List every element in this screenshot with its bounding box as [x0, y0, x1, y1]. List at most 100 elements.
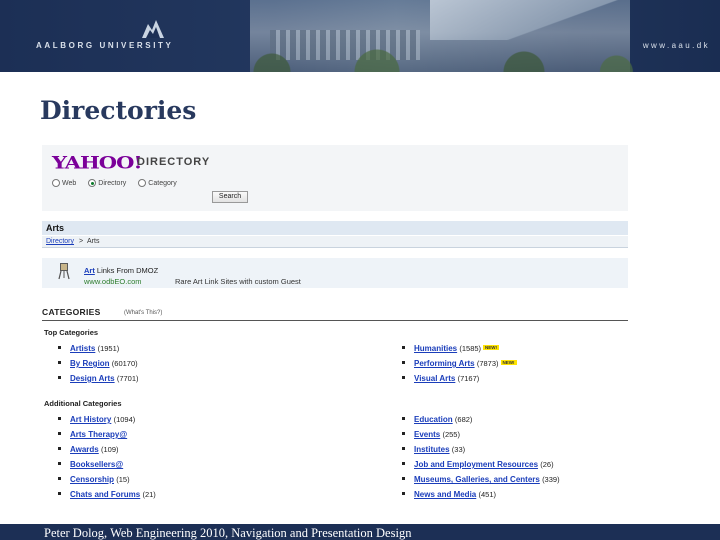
list-item: Chats and Forums (21) — [58, 490, 156, 499]
sponsor-title-rest: Links From DMOZ — [94, 266, 159, 275]
bullet — [58, 376, 61, 379]
sponsor-title: Art Links From DMOZ — [84, 266, 158, 275]
bullet — [402, 417, 405, 420]
category-count: (109) — [101, 445, 119, 454]
category-link[interactable]: Job and Employment Resources — [414, 460, 538, 469]
category-link[interactable]: Awards — [70, 445, 99, 454]
category-count: (451) — [478, 490, 496, 499]
category-count: (7701) — [116, 374, 139, 383]
categories-note[interactable]: (What's This?) — [124, 310, 162, 316]
bullet — [402, 447, 405, 450]
bullet — [58, 447, 61, 450]
breadcrumb: Directory > Arts — [42, 236, 628, 248]
list-item: Art History (1094) — [58, 415, 135, 424]
list-item: Booksellers@ — [58, 460, 123, 469]
section-title-bar: Arts — [42, 221, 628, 235]
bullet — [402, 432, 405, 435]
list-item: Institutes (33) — [402, 445, 465, 454]
list-item: Visual Arts (7167) — [402, 374, 479, 383]
category-link[interactable]: Education — [414, 415, 453, 424]
sponsor-description: Rare Art Link Sites with custom Guest — [175, 277, 301, 286]
radio-category[interactable]: Category — [138, 179, 177, 187]
bullet — [402, 462, 405, 465]
slide-title: Directories — [40, 96, 197, 125]
category-link[interactable]: Performing Arts — [414, 359, 475, 368]
yahoo-directory-screenshot: YAHOO! DIRECTORY Web Directory Category … — [42, 145, 628, 525]
categories-header: CATEGORIES (What's This?) — [42, 307, 628, 321]
sponsor-url[interactable]: www.odbEO.com — [84, 277, 142, 286]
additional-categories-label: Additional Categories — [44, 399, 122, 408]
category-count: (60170) — [111, 359, 138, 368]
list-item: Performing Arts (7873) NEW! — [402, 359, 517, 368]
list-item: Job and Employment Resources (26) — [402, 460, 554, 469]
category-count: (1094) — [113, 415, 136, 424]
list-item: Arts Therapy@ — [58, 430, 127, 439]
bullet — [58, 361, 61, 364]
category-link[interactable]: Censorship — [70, 475, 114, 484]
category-link[interactable]: Museums, Galleries, and Centers — [414, 475, 540, 484]
banner-roof — [430, 0, 630, 40]
category-count: (339) — [542, 475, 560, 484]
sponsor-title-link[interactable]: Art — [84, 266, 95, 275]
category-count: (1951) — [97, 344, 120, 353]
category-link[interactable]: Visual Arts — [414, 374, 455, 383]
list-item: Humanities (1585) NEW! — [402, 344, 500, 353]
breadcrumb-directory-link[interactable]: Directory — [46, 238, 74, 245]
radio-directory-label: Directory — [98, 179, 127, 187]
top-categories-label: Top Categories — [44, 328, 99, 337]
radio-category-dot[interactable] — [138, 179, 147, 187]
category-link[interactable]: Chats and Forums — [70, 490, 140, 499]
list-item: Awards (109) — [58, 445, 119, 454]
list-item: Censorship (15) — [58, 475, 130, 484]
category-count: (21) — [142, 490, 156, 499]
category-link[interactable]: Humanities — [414, 344, 457, 353]
radio-directory-dot[interactable] — [88, 179, 97, 187]
easel-icon — [58, 263, 70, 280]
aau-logo-icon — [142, 20, 164, 38]
category-link[interactable]: Events — [414, 430, 440, 439]
category-count: (1585) — [459, 344, 482, 353]
breadcrumb-separator: > — [79, 238, 84, 245]
bullet — [402, 361, 405, 364]
category-link[interactable]: Art History — [70, 415, 111, 424]
bullet — [402, 492, 405, 495]
category-link[interactable]: Institutes — [414, 445, 450, 454]
categories-title: CATEGORIES — [42, 307, 101, 317]
category-count: (7873) — [476, 359, 499, 368]
footer-text: Peter Dolog, Web Engineering 2010, Navig… — [44, 526, 412, 540]
bullet — [58, 346, 61, 349]
bullet — [58, 492, 61, 495]
new-badge: NEW! — [500, 360, 517, 365]
list-item: Museums, Galleries, and Centers (339) — [402, 475, 560, 484]
radio-web-label: Web — [62, 179, 77, 187]
university-banner: AALBORG UNIVERSITY www.aau.dk — [0, 0, 720, 72]
university-url: www.aau.dk — [642, 41, 710, 50]
radio-web[interactable]: Web — [52, 179, 76, 187]
category-link[interactable]: Booksellers@ — [70, 460, 123, 469]
category-link[interactable]: Arts Therapy@ — [70, 430, 127, 439]
bullet — [402, 477, 405, 480]
list-item: Design Arts (7701) — [58, 374, 139, 383]
list-item: Education (682) — [402, 415, 472, 424]
category-link[interactable]: Design Arts — [70, 374, 115, 383]
radio-web-dot[interactable] — [52, 179, 60, 187]
search-button[interactable]: Search — [212, 191, 248, 203]
bullet — [58, 432, 61, 435]
slide-footer: Peter Dolog, Web Engineering 2010, Navig… — [0, 524, 720, 540]
banner-trees — [230, 46, 650, 72]
list-item: Artists (1951) — [58, 344, 119, 353]
list-item: By Region (60170) — [58, 359, 138, 368]
category-link[interactable]: News and Media — [414, 490, 476, 499]
category-link[interactable]: Artists — [70, 344, 95, 353]
breadcrumb-current: Arts — [87, 238, 100, 245]
radio-directory[interactable]: Directory — [88, 179, 126, 187]
bullet — [402, 346, 405, 349]
section-title: Arts — [46, 223, 65, 233]
new-badge: NEW! — [483, 345, 500, 350]
directory-label: DIRECTORY — [137, 156, 211, 168]
category-count: (7167) — [457, 374, 480, 383]
university-name: AALBORG UNIVERSITY — [36, 41, 174, 50]
category-link[interactable]: By Region — [70, 359, 110, 368]
category-count: (26) — [540, 460, 554, 469]
yahoo-logo: YAHOO! — [52, 152, 143, 173]
